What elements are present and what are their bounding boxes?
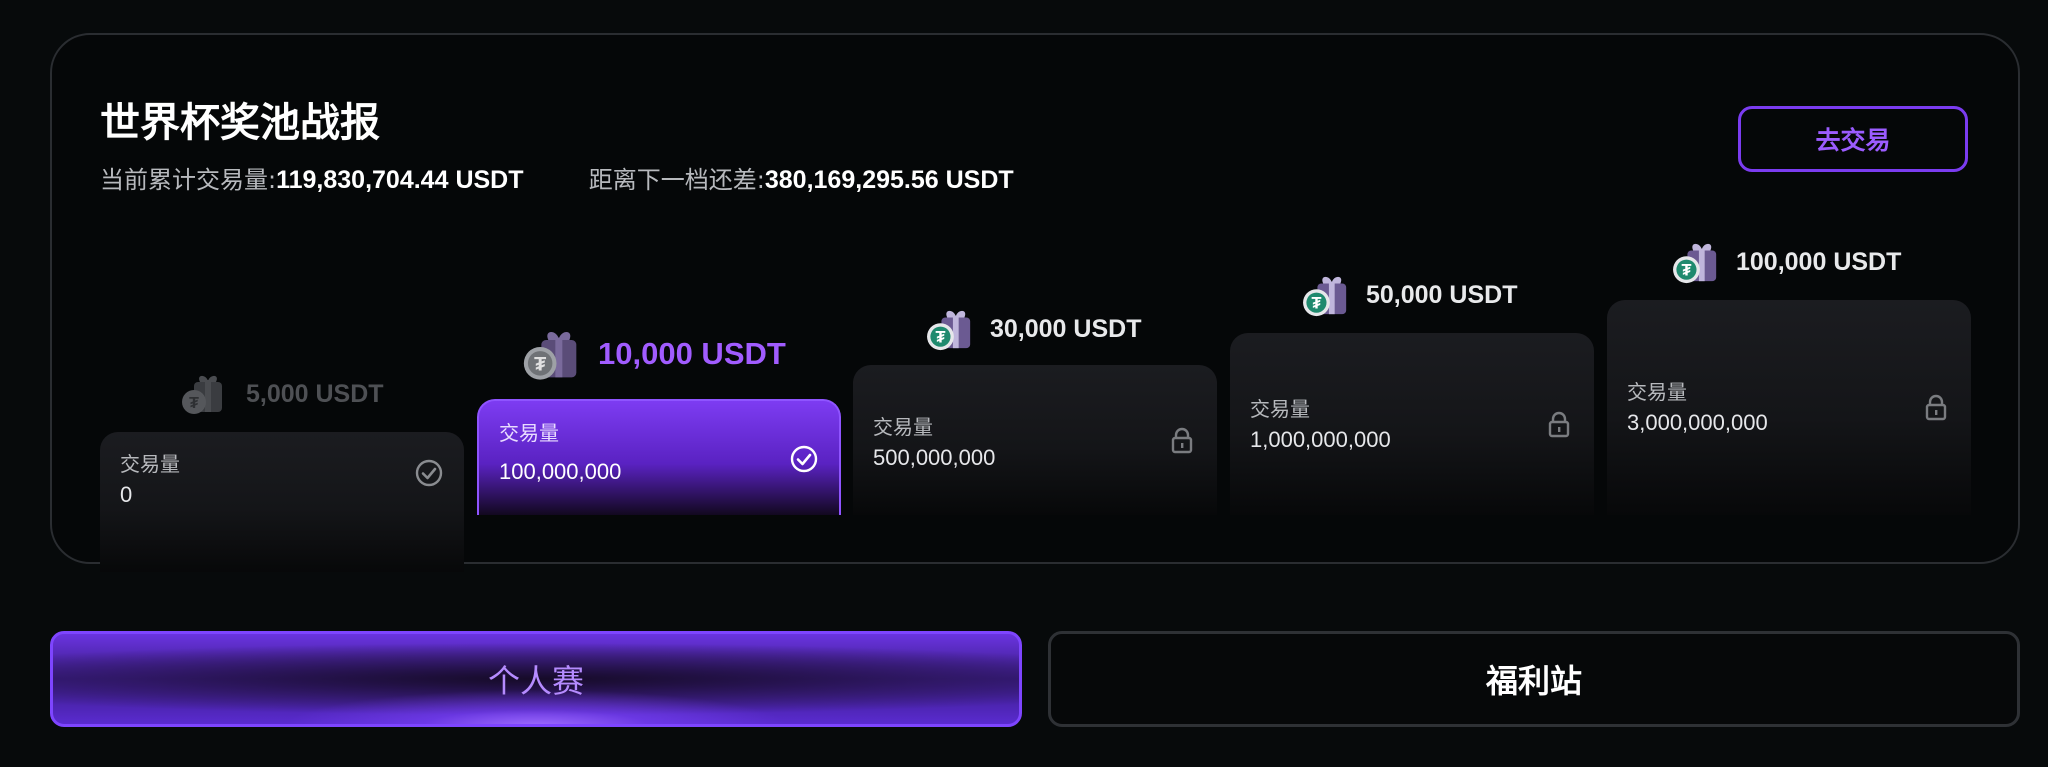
tier-reward-amount: 5,000 USDT [246, 379, 384, 408]
gift-coin-icon: ₮ [523, 331, 577, 380]
tier-reward-amount: 50,000 USDT [1366, 280, 1518, 309]
tier-reward: ₮ 10,000 USDT [520, 326, 786, 382]
tier-card-5: 交易量 3,000,000,000 [1607, 300, 1971, 515]
svg-text:₮: ₮ [534, 353, 546, 375]
tier-card-2: 交易量 100,000,000 [477, 399, 841, 515]
tier-volume-value: 1,000,000,000 [1250, 427, 1391, 452]
tier-volume-label: 交易量 [1250, 397, 1310, 421]
gift-coin-icon: ₮ [927, 310, 971, 351]
tier-reward-amount: 100,000 USDT [1736, 247, 1902, 276]
check-circle-icon [790, 445, 818, 473]
current-volume-label: 当前累计交易量: [100, 166, 277, 194]
tier-volume-value: 3,000,000,000 [1627, 410, 1768, 435]
tier-card-3: 交易量 500,000,000 [853, 365, 1217, 515]
tier-volume-value: 0 [120, 482, 133, 507]
tab-welfare[interactable]: 福利站 [1048, 631, 2020, 727]
tier-card-1: 交易量 0 [100, 432, 464, 572]
tier-volume-label: 交易量 [873, 415, 933, 439]
tier-volume-label: 交易量 [1627, 380, 1687, 404]
tier-reward-amount: 30,000 USDT [990, 314, 1142, 343]
tier-reward: ₮ 100,000 USDT [1670, 239, 1901, 285]
tier-volume-label: 交易量 [120, 452, 180, 476]
tier-reward: ₮ 5,000 USDT [178, 372, 384, 416]
go-trade-button[interactable]: 去交易 [1738, 106, 1968, 172]
gift-coin-icon: ₮ [1673, 243, 1717, 284]
lock-icon [1548, 411, 1570, 438]
tier-volume-value: 500,000,000 [873, 445, 996, 470]
tier-card-4: 交易量 1,000,000,000 [1230, 333, 1594, 515]
gift-coin-icon: ₮ [182, 375, 222, 414]
svg-text:₮: ₮ [189, 395, 199, 412]
page-title: 世界杯奖池战报 [100, 100, 380, 146]
next-tier-value: 380,169,295.56 USDT [764, 166, 1014, 194]
tier-reward: ₮ 50,000 USDT [1300, 272, 1517, 318]
lock-icon [1925, 394, 1947, 421]
check-circle-icon [415, 459, 443, 487]
tier-reward: ₮ 30,000 USDT [924, 306, 1141, 352]
tab-individual[interactable]: 个人赛 [50, 631, 1022, 727]
tier-reward-amount: 10,000 USDT [598, 336, 786, 371]
current-volume-value: 119,830,704.44 USDT [276, 166, 524, 194]
next-tier-label: 距离下一档还差: [588, 166, 765, 194]
svg-text:₮: ₮ [1311, 294, 1321, 312]
svg-text:₮: ₮ [1681, 261, 1691, 279]
gift-coin-icon: ₮ [1303, 276, 1347, 317]
volume-stats: 当前累计交易量:119,830,704.44 USDT 距离下一档还差:380,… [100, 160, 1014, 195]
tier-volume-label: 交易量 [499, 421, 559, 445]
svg-text:₮: ₮ [935, 328, 945, 346]
tier-volume-value: 100,000,000 [499, 459, 622, 484]
lock-icon [1171, 427, 1193, 454]
